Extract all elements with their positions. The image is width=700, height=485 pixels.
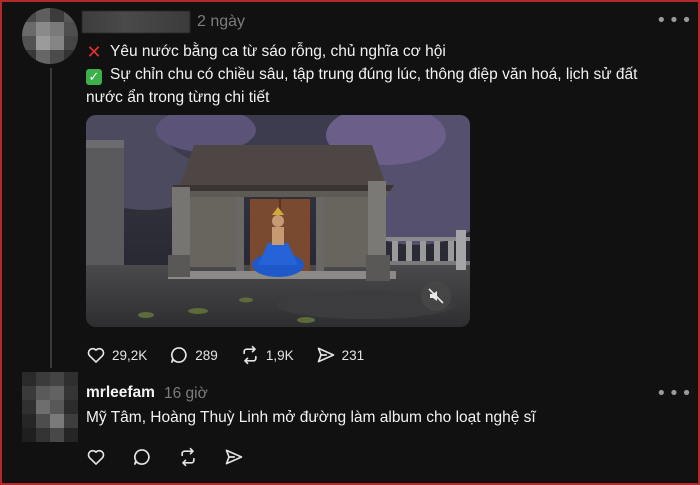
reply-repost-button[interactable] — [178, 447, 198, 467]
reply-actions — [86, 447, 270, 467]
comment-bubble-icon — [134, 449, 150, 465]
post-text: ✕ Yêu nước bằng ca từ sáo rỗng, chủ nghĩa… — [86, 40, 686, 109]
repost-count: 1,9K — [265, 347, 294, 363]
like-count: 29,2K — [112, 347, 148, 363]
share-count: 231 — [341, 347, 365, 363]
post-more-icon[interactable]: ••• — [656, 12, 694, 30]
mute-button[interactable] — [421, 281, 451, 311]
check-mark-icon: ✓ — [86, 69, 102, 85]
post-video[interactable] — [86, 115, 470, 327]
heart-icon — [87, 347, 105, 363]
post-username-blurred[interactable] — [82, 11, 190, 33]
speaker-muted-icon — [428, 288, 444, 304]
send-icon — [317, 347, 334, 363]
comment-bubble-icon — [171, 347, 188, 363]
heart-icon — [87, 449, 105, 465]
reply-username[interactable]: mrleefam — [86, 384, 155, 402]
repost-button[interactable]: 1,9K — [240, 345, 294, 365]
post-time: 2 ngày — [197, 13, 246, 30]
post-actions: 29,2K 289 1,9K 231 — [86, 344, 386, 366]
reply-time: 16 giờ — [164, 385, 208, 402]
share-button[interactable]: 231 — [316, 345, 365, 365]
cross-mark-icon: ✕ — [86, 42, 102, 62]
post-line-1: ✕ Yêu nước bằng ca từ sáo rỗng, chủ nghĩa… — [86, 42, 446, 62]
screenshot-frame: 2 ngày ••• ✕ Yêu nước bằng ca từ sáo rỗng… — [0, 0, 700, 485]
reply-avatar[interactable] — [22, 372, 78, 442]
thread-line — [50, 68, 52, 368]
post-line-2: ✓ Sự chỉn chu có chiều sâu, tập trung đún… — [86, 63, 686, 86]
like-button[interactable]: 29,2K — [86, 345, 147, 365]
post-avatar[interactable] — [22, 8, 78, 64]
reply-share-button[interactable] — [224, 447, 244, 467]
comment-count: 289 — [195, 347, 218, 363]
repost-icon — [181, 447, 195, 467]
reply-comment-button[interactable] — [132, 447, 152, 467]
post-line-3: nước ẩn trong từng chi tiết — [86, 89, 270, 106]
repost-icon — [243, 345, 257, 365]
comment-button[interactable]: 289 — [169, 345, 218, 365]
reply-text: Mỹ Tâm, Hoàng Thuỳ Linh mở đường làm alb… — [86, 409, 536, 426]
reply-like-button[interactable] — [86, 447, 106, 467]
send-icon — [225, 449, 243, 465]
reply-more-icon[interactable]: ••• — [656, 385, 694, 403]
